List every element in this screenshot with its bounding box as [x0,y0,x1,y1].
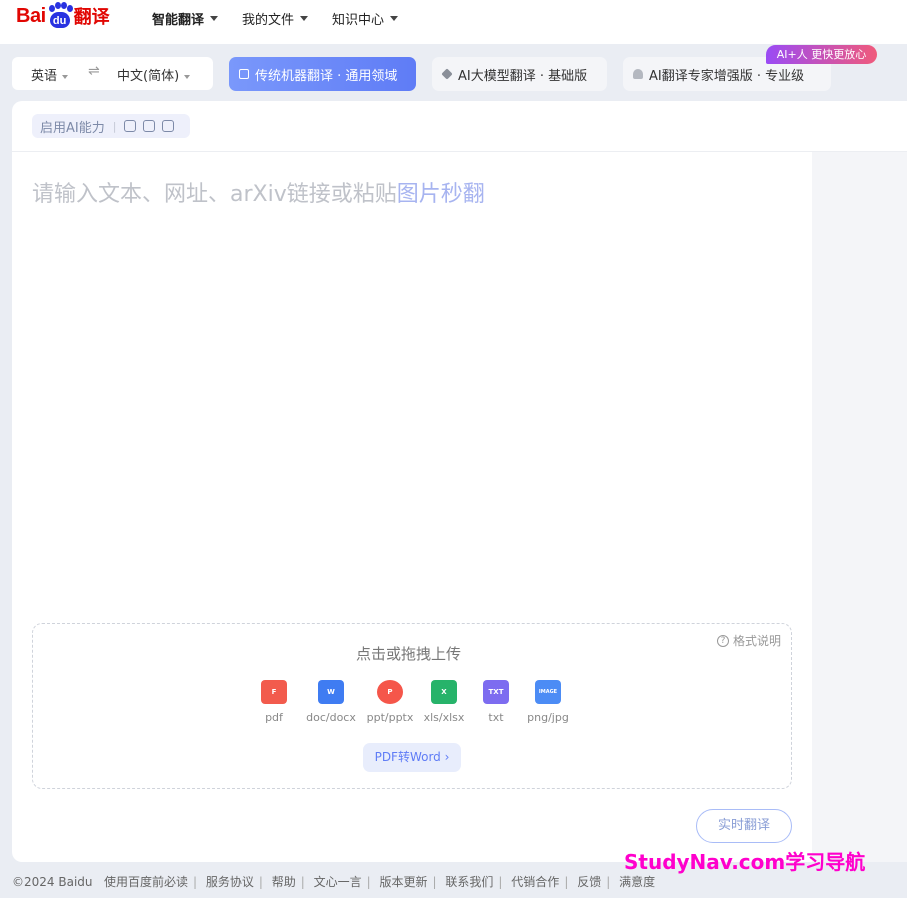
word-icon: W [318,680,344,704]
pdf-icon: F [261,680,287,704]
placeholder-text: 请输入文本、网址、arXiv链接或粘贴 [32,182,397,207]
footer-link[interactable]: 反馈 [577,875,601,889]
logo-bai: Bai [16,4,46,27]
filetype-txt: TXT txt [466,680,526,724]
realtime-translate-button[interactable]: 实时翻译 [696,809,792,843]
ai-toggle-label: 启用AI能力 [40,120,105,136]
filetype-label: doc/docx [306,711,356,724]
pdf-to-word-button[interactable]: PDF转Word › [363,743,461,772]
footer-link[interactable]: 帮助 [272,875,296,889]
logo-du: du [49,12,70,28]
excel-icon: X [431,680,457,704]
swap-languages-icon[interactable]: ⇌ [88,63,100,79]
nav-label: 知识中心 [332,12,385,28]
nav-label: 我的文件 [242,12,295,28]
upload-title: 点击或拖拽上传 [356,645,462,663]
filetype-label: xls/xlsx [423,711,465,724]
image-translate-link[interactable]: 图片秒翻 [397,182,485,207]
nav-my-files[interactable]: 我的文件 [242,0,309,36]
footer-link[interactable]: 文心一言 [314,875,362,889]
target-language-select[interactable]: 中文(简体) [117,65,191,84]
footer: ©2024 Baidu 使用百度前必读 | 服务协议 | 帮助 | 文心一言 | 版本更… [12,875,656,889]
paw-icon: du [47,2,73,30]
chevron-down-icon [184,74,191,79]
chevron-down-icon [300,15,309,21]
chevron-down-icon [390,15,399,21]
filetype-label: png/jpg [527,711,569,724]
top-nav-bar: Bai du 翻译 智能翻译 我的文件 知识中心 [0,0,907,44]
panel-divider [12,151,907,152]
nav-knowledge-center[interactable]: 知识中心 [332,0,399,36]
nav-label: 智能翻译 [152,12,205,28]
footer-link[interactable]: 满意度 [619,875,655,889]
translate-icon [239,69,249,79]
filetype-label: pdf [265,711,283,724]
filetype-ppt: P ppt/pptx [360,680,420,724]
filetype-xls: X xls/xlsx [414,680,474,724]
footer-copyright: ©2024 Baidu [12,875,93,889]
ai-cube-icon [162,120,175,132]
language-selector: 英语 ⇌ 中文(简体) [12,57,213,90]
footer-link[interactable]: 使用百度前必读 [104,875,188,889]
mode-label: 传统机器翻译 · 通用领域 [255,68,398,84]
filetype-pdf: F pdf [244,680,304,724]
footer-link[interactable]: 版本更新 [380,875,428,889]
footer-link[interactable]: 联系我们 [445,875,493,889]
txt-icon: TXT [483,680,509,704]
watermark-text: StudyNav.com学习导航 [624,850,866,874]
ai-toggle-separator: | [112,119,117,133]
mode-ai-llm[interactable]: AI大模型翻译 · 基础版 [432,57,607,91]
enable-ai-toggle[interactable]: 启用AI能力 | [32,114,190,138]
filetype-image: IMAGE png/jpg [518,680,578,724]
format-help-label: 格式说明 [733,634,782,648]
baidu-translate-logo[interactable]: Bai du 翻译 [16,0,110,32]
logo-fanyi: 翻译 [73,7,110,28]
chevron-down-icon [210,15,219,21]
mode-label: AI翻译专家增强版 · 专业级 [649,68,805,84]
filetype-label: ppt/pptx [366,711,414,724]
graduation-cap-icon [633,69,643,79]
cube-icon [441,68,453,80]
footer-link[interactable]: 服务协议 [206,875,254,889]
ai-polish-icon [124,120,137,132]
format-help-link[interactable]: ? 格式说明 [717,632,781,649]
mode-label: AI大模型翻译 · 基础版 [458,68,588,84]
ai-human-badge: AI+人 更快更放心 [766,45,877,64]
filetype-doc: W doc/docx [301,680,361,724]
source-language-select[interactable]: 英语 [31,65,69,84]
image-icon: IMAGE [535,680,561,704]
source-language-label: 英语 [31,69,58,84]
question-icon: ? [717,634,729,647]
target-language-label: 中文(简体) [117,69,180,84]
source-text-input[interactable]: 请输入文本、网址、arXiv链接或粘贴图片秒翻 [32,176,485,208]
nav-smart-translate[interactable]: 智能翻译 [152,0,219,36]
ai-doc-icon [143,120,156,132]
mode-traditional-mt[interactable]: 传统机器翻译 · 通用领域 [229,57,416,91]
output-panel [812,152,907,862]
ppt-icon: P [377,680,403,704]
footer-link[interactable]: 代销合作 [511,875,559,889]
filetype-label: txt [488,711,504,724]
chevron-down-icon [62,74,69,79]
